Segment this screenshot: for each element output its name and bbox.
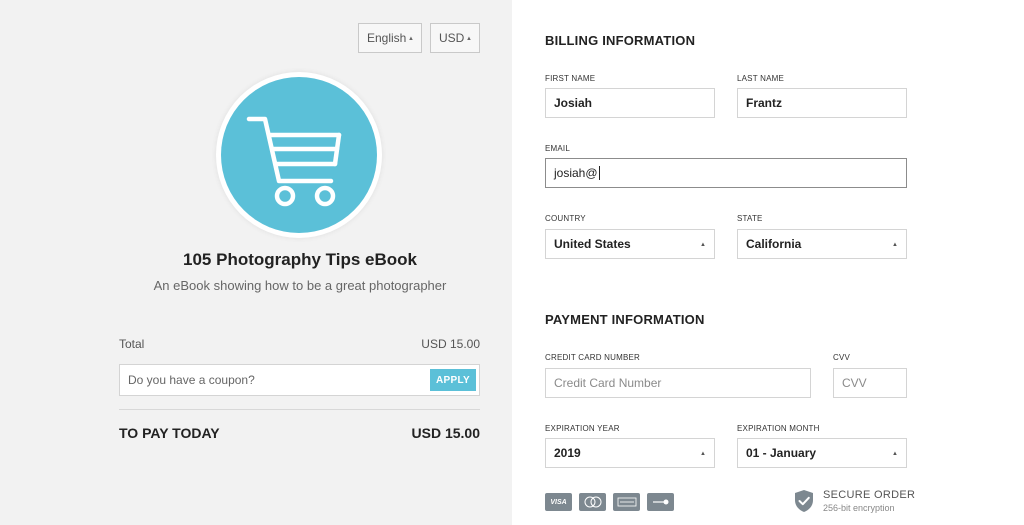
language-value: English [367,31,407,45]
exp-month-value: 01 - January [746,446,817,460]
last-name-field[interactable]: Frantz [737,88,907,118]
dropdown-arrow-icon: ▲ [700,451,706,457]
currency-value: USD [439,31,465,45]
state-value: California [746,237,802,251]
amex-lines-icon [617,497,636,507]
amex-icon [613,493,640,511]
last-name-value: Frantz [746,96,782,110]
state-label: STATE [737,214,763,223]
language-select[interactable]: English ▲ [358,23,422,53]
visa-icon: VISA [545,493,572,511]
total-label: Total [119,337,145,351]
exp-year-select[interactable]: 2019 ▲ [545,438,715,468]
first-name-label: FIRST NAME [545,74,596,83]
cc-number-label: CREDIT CARD NUMBER [545,353,641,362]
first-name-value: Josiah [554,96,593,110]
discover-mark-icon [652,499,668,505]
cc-number-field[interactable]: Credit Card Number [545,368,811,398]
cvv-placeholder: CVV [842,376,867,390]
product-subtitle: An eBook showing how to be a great photo… [153,278,447,293]
coupon-input[interactable] [120,365,420,395]
accepted-cards: VISA [545,493,674,511]
last-name-label: LAST NAME [737,74,784,83]
mastercard-circles-icon [584,496,601,508]
exp-month-select[interactable]: 01 - January ▲ [737,438,907,468]
email-label: EMAIL [545,144,571,153]
text-caret [598,166,600,180]
product-title: 105 Photography Tips eBook [183,250,417,269]
secure-order-badge: SECURE ORDER 256-bit encryption [793,489,915,513]
pay-today-label: TO PAY TODAY [119,425,220,441]
currency-select[interactable]: USD ▲ [430,23,480,53]
pay-today-value: USD 15.00 [411,425,480,441]
dropdown-arrow-icon: ▲ [700,242,706,248]
cc-number-placeholder: Credit Card Number [554,376,662,390]
apply-coupon-button[interactable]: APPLY [430,369,476,391]
discover-icon [647,493,674,511]
country-label: COUNTRY [545,214,586,223]
payment-title: PAYMENT INFORMATION [545,312,705,327]
cvv-label: CVV [833,353,851,362]
exp-year-label: EXPIRATION YEAR [545,424,620,433]
secure-order-title: SECURE ORDER [823,489,916,501]
email-value: josiah@ [554,166,598,180]
first-name-field[interactable]: Josiah [545,88,715,118]
coupon-box: APPLY [119,364,480,396]
exp-year-value: 2019 [554,446,581,460]
product-image-circle [221,77,377,233]
country-select[interactable]: United States ▲ [545,229,715,259]
order-summary-panel: English ▲ USD ▲ 105 Photography Tips eBo… [0,0,512,525]
email-field[interactable]: josiah@ [545,158,907,188]
dropdown-arrow-icon: ▲ [892,242,898,248]
dropdown-arrow-icon: ▲ [892,451,898,457]
state-select[interactable]: California ▲ [737,229,907,259]
country-value: United States [554,237,631,251]
dropdown-arrow-icon: ▲ [466,36,472,42]
cart-icon [246,116,342,207]
product-image [216,72,382,238]
summary-divider [119,409,480,410]
billing-title: BILLING INFORMATION [545,33,696,48]
secure-order-subtitle: 256-bit encryption [823,503,895,513]
mastercard-icon [579,493,606,511]
shield-check-icon [795,490,813,512]
total-value: USD 15.00 [421,337,480,351]
exp-month-label: EXPIRATION MONTH [737,424,820,433]
cvv-field[interactable]: CVV [833,368,907,398]
dropdown-arrow-icon: ▲ [408,36,414,42]
